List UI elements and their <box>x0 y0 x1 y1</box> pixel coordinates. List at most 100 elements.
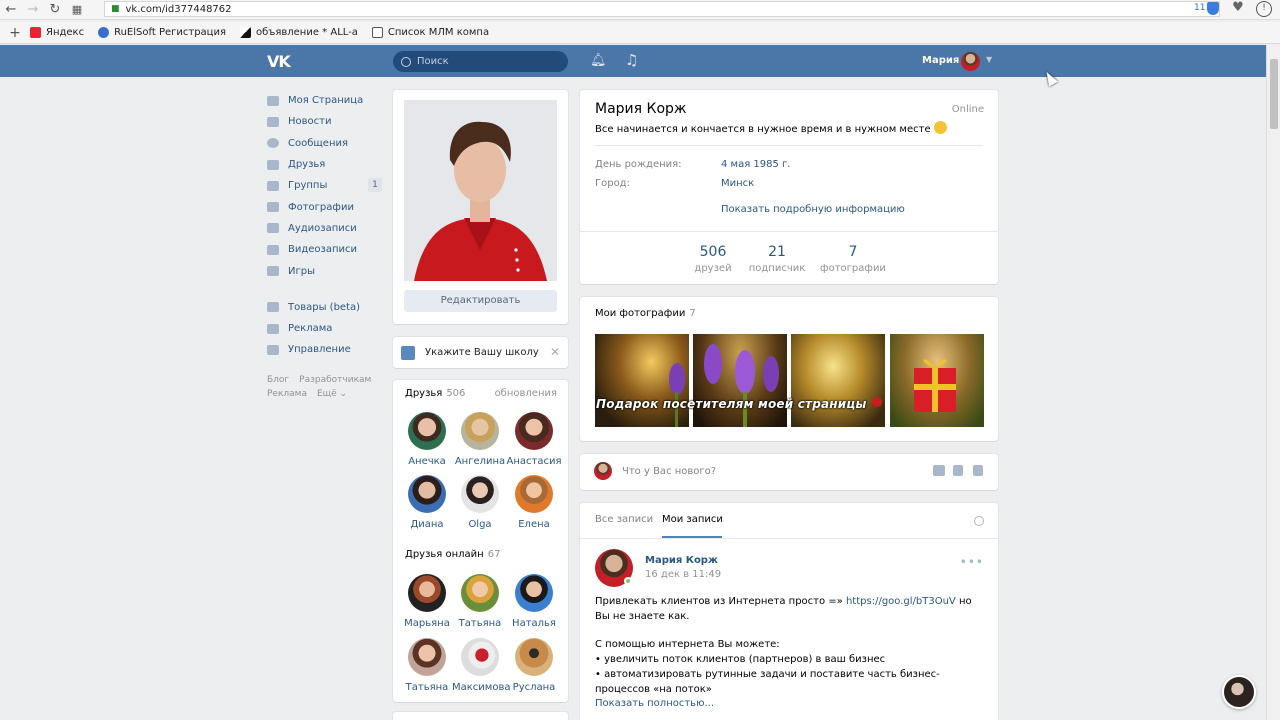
edit-profile-button[interactable]: Редактировать <box>404 290 557 312</box>
friend-avatar <box>408 574 446 612</box>
camera-icon[interactable] <box>933 465 945 476</box>
friends-card: Друзья 506 обновления Анечка Ангелина Ана… <box>393 380 568 702</box>
music-icon[interactable]: ♫ <box>625 51 638 69</box>
post-date[interactable]: 16 дек в 11:49 <box>645 569 721 580</box>
menu-item-audio[interactable]: Аудиозаписи <box>267 218 382 239</box>
bookmark-mlm[interactable]: Список МЛМ компа <box>371 27 489 38</box>
close-icon[interactable]: ✕ <box>550 345 560 359</box>
footer-blog-link[interactable]: Блог <box>267 375 289 385</box>
crocus-image <box>704 344 779 427</box>
new-post-card[interactable]: Что у Вас нового? <box>580 454 998 490</box>
menu-item-photos[interactable]: Фотографии <box>267 196 382 217</box>
friend-avatar <box>515 412 553 450</box>
chevron-down-icon[interactable]: ▼ <box>986 55 992 64</box>
note-icon <box>267 223 279 234</box>
bookmark-ad[interactable]: объявление * ALL-a <box>240 27 358 38</box>
bookmark-ruelsoft[interactable]: RuElSoft Регистрация <box>98 27 226 38</box>
photo-thumb[interactable] <box>693 334 787 427</box>
menu-item-ads[interactable]: Реклама <box>267 318 382 339</box>
friend-avatar <box>408 412 446 450</box>
birthday-value[interactable]: 4 мая 1985 г. <box>721 159 790 170</box>
crocus-image <box>669 363 685 427</box>
scroll-thumb[interactable] <box>1270 59 1278 129</box>
menu-item-my-page[interactable]: Моя Страница <box>267 90 382 111</box>
online-status: Online <box>951 104 984 115</box>
bookmark-yandex[interactable]: Яндекс <box>30 27 84 38</box>
profile-photo[interactable] <box>404 100 557 281</box>
heart-icon[interactable]: ♥ <box>1228 0 1248 18</box>
friend-avatar <box>461 475 499 513</box>
photo-thumb[interactable] <box>890 334 984 427</box>
menu-item-messages[interactable]: Сообщения <box>267 133 382 154</box>
menu-item-manage[interactable]: Управление <box>267 339 382 360</box>
more-options-icon[interactable]: ••• <box>960 555 984 569</box>
friends-updates-link[interactable]: обновления <box>495 388 557 399</box>
news-icon <box>267 116 279 127</box>
photo-thumb[interactable] <box>595 334 689 427</box>
counter-photos[interactable]: 7 фотографии <box>818 244 888 274</box>
friend-avatar <box>515 574 553 612</box>
menu-item-news[interactable]: Новости <box>267 111 382 132</box>
music-note-icon[interactable] <box>973 465 983 476</box>
chat-avatar-bubble[interactable] <box>1222 675 1256 709</box>
tab-my-posts[interactable]: Мои записи <box>662 514 723 525</box>
vk-logo-icon[interactable]: VK <box>267 52 291 71</box>
reload-icon[interactable]: ↻ <box>44 1 66 19</box>
users-icon <box>267 180 279 191</box>
friends-online-header[interactable]: Друзья онлайн 67 <box>405 549 500 560</box>
online-friend-item[interactable]: Наталья <box>506 574 562 629</box>
friend-item[interactable]: Диана <box>399 475 455 530</box>
bell-icon[interactable]: 🔔︎ <box>590 53 607 68</box>
menu-item-groups[interactable]: Группы 1 <box>267 175 382 196</box>
my-photos-title[interactable]: Мои фотографии 7 <box>595 308 696 319</box>
school-prompt-card[interactable]: Укажите Вашу школу ✕ <box>393 337 568 368</box>
post-link[interactable]: https://goo.gl/bT3OuV <box>846 596 956 607</box>
video-icon[interactable] <box>953 465 963 476</box>
photo-thumb[interactable] <box>791 334 885 427</box>
menu-item-goods[interactable]: Товары (beta) <box>267 297 382 318</box>
address-bar[interactable]: ■ vk.com/id377448762 <box>104 1 1220 17</box>
friend-item[interactable]: Olga <box>452 475 508 530</box>
header-avatar[interactable] <box>961 52 980 71</box>
menu-item-games[interactable]: Игры <box>267 260 382 281</box>
friend-item[interactable]: Елена <box>506 475 562 530</box>
online-friend-item[interactable]: Марьяна <box>399 574 455 629</box>
post-author-name[interactable]: Мария Корж <box>645 555 718 566</box>
show-more-link[interactable]: Показать полностью... <box>595 698 714 709</box>
apps-icon[interactable]: ▦ <box>66 1 88 19</box>
tab-all-posts[interactable]: Все записи <box>595 514 653 525</box>
friend-item[interactable]: Ангелина <box>452 412 508 467</box>
menu-item-video[interactable]: Видеозаписи <box>267 239 382 260</box>
header-user-name[interactable]: Мария <box>922 55 959 66</box>
back-icon[interactable]: ← <box>0 1 22 19</box>
new-post-input[interactable]: Что у Вас нового? <box>622 466 716 477</box>
ruelsoft-icon <box>98 27 110 38</box>
online-friend-item[interactable]: Татьяна <box>452 574 508 629</box>
scrollbar[interactable] <box>1266 45 1280 720</box>
footer-dev-link[interactable]: Разработчикам <box>299 375 371 385</box>
online-friend-item[interactable]: Максимова <box>452 638 510 693</box>
friends-header[interactable]: Друзья 506 <box>405 388 465 399</box>
friend-item[interactable]: Анастасия <box>506 412 562 467</box>
show-details-link[interactable]: Показать подробную информацию <box>721 204 905 215</box>
message-icon <box>267 138 279 149</box>
status-text[interactable]: Все начинается и кончается в нужное врем… <box>595 121 947 135</box>
counter-followers[interactable]: 21 подписчик <box>742 244 812 274</box>
search-input[interactable]: Поиск <box>393 51 568 72</box>
search-icon[interactable] <box>974 516 984 526</box>
online-friend-item[interactable]: Руслана <box>506 638 562 693</box>
online-indicator <box>624 577 632 585</box>
friend-item[interactable]: Анечка <box>399 412 455 467</box>
city-value[interactable]: Минск <box>721 178 754 189</box>
info-icon[interactable]: ! <box>1256 1 1272 17</box>
counter-friends[interactable]: 506 друзей <box>678 244 748 274</box>
shield-extension-icon[interactable] <box>1207 2 1219 15</box>
footer-ads-link[interactable]: Реклама <box>267 389 307 399</box>
online-friend-item[interactable]: Татьяна <box>399 638 455 693</box>
menu-item-friends[interactable]: Друзья <box>267 154 382 175</box>
add-bookmark-icon[interactable]: + <box>0 25 30 41</box>
footer-more-link[interactable]: Ещё ⌄ <box>317 389 347 399</box>
forward-icon[interactable]: → <box>22 1 44 19</box>
post-text-line: С помощью интернета Вы можете: <box>595 639 780 650</box>
bag-icon <box>267 302 279 313</box>
